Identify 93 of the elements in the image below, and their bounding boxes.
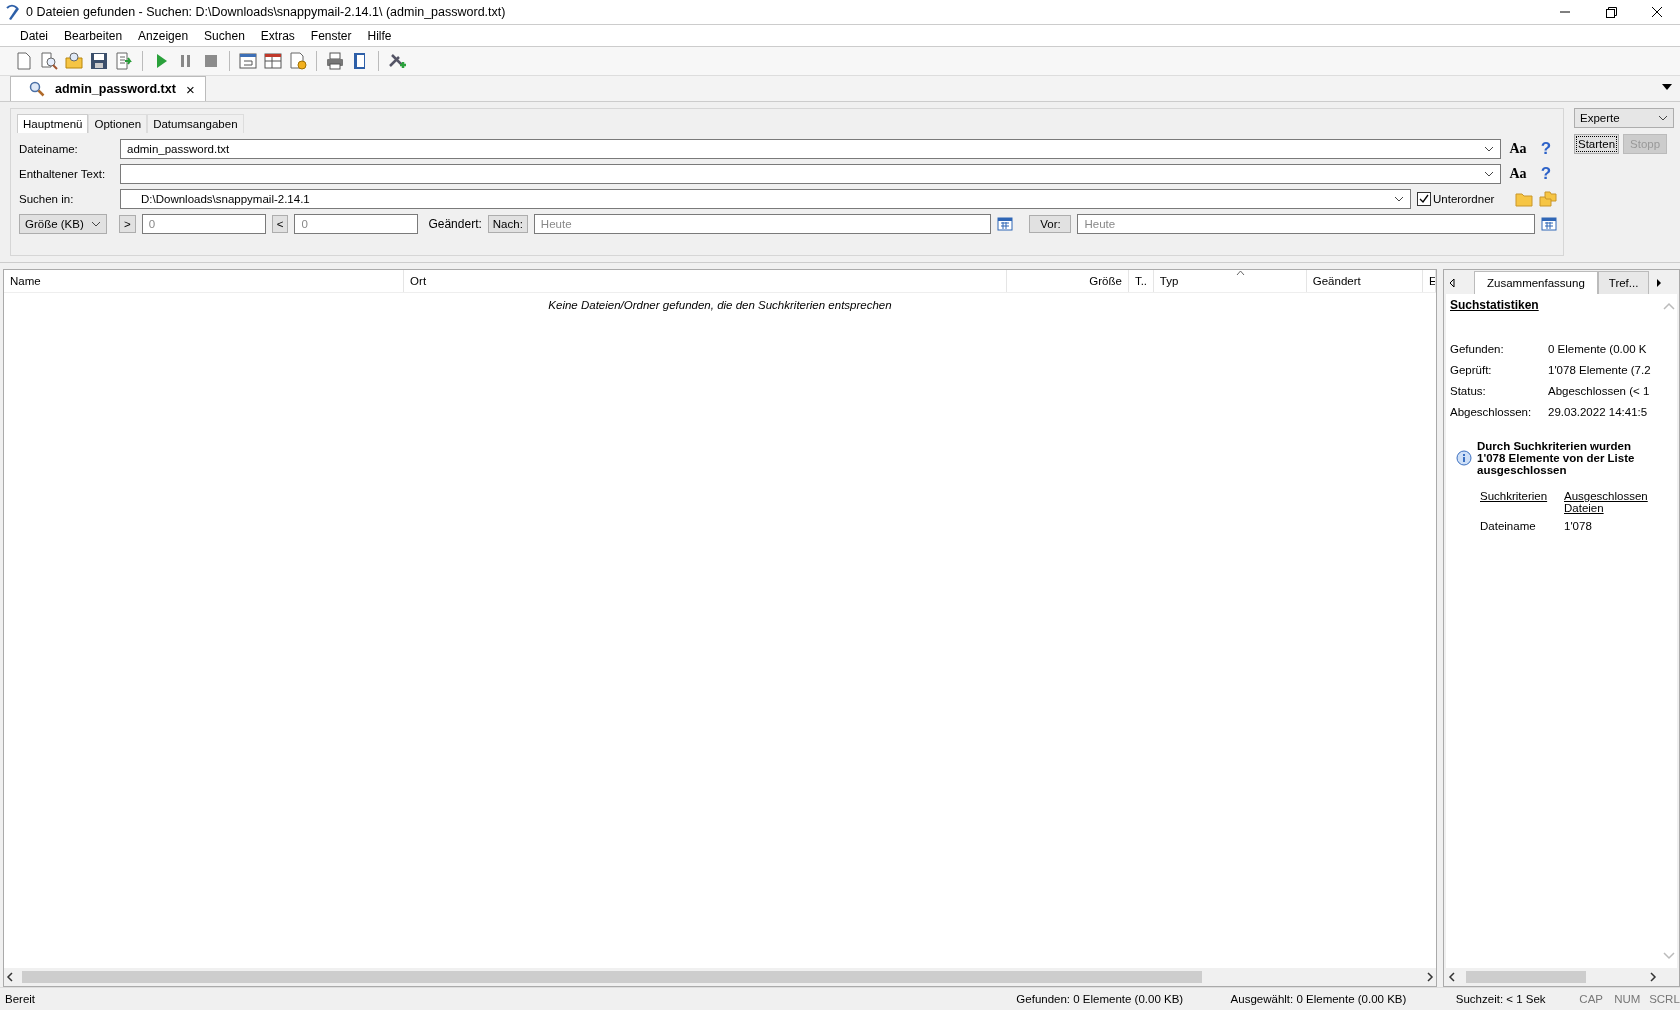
menu-item[interactable]: Extras bbox=[252, 28, 303, 43]
menu-item[interactable]: Fenster bbox=[302, 28, 360, 43]
less-than-button[interactable]: < bbox=[271, 214, 289, 233]
chevron-down-icon[interactable] bbox=[1658, 115, 1668, 121]
info-message: Durch Suchkriterien wurden 1'078 Elemente von der Liste ausgeschlossen bbox=[1477, 440, 1636, 476]
field-label: Enthaltener Text: bbox=[19, 167, 107, 180]
column-header[interactable]: Geändert bbox=[1306, 270, 1423, 292]
status-indicator: NUM bbox=[1613, 993, 1642, 1005]
calendar-icon[interactable] bbox=[1541, 216, 1557, 231]
layout-icon[interactable] bbox=[263, 51, 283, 71]
menu-item[interactable]: Hilfe bbox=[359, 28, 400, 43]
chevron-down-icon[interactable] bbox=[1484, 145, 1494, 152]
window-title: 0 Dateien gefunden - Suchen: D:\Downloads\snappymail-2.14.1\ (admin_password.txt) bbox=[26, 5, 507, 19]
menu-item[interactable]: Suchen bbox=[196, 28, 253, 43]
status-text: Suchzeit: < 1 Sek bbox=[1455, 993, 1546, 1005]
dropdown-arrow-icon[interactable] bbox=[1662, 84, 1672, 90]
printer-icon[interactable] bbox=[325, 51, 345, 71]
section-title: Suchstatistiken bbox=[1450, 298, 1539, 312]
checkbox-label[interactable]: Unterordner bbox=[1433, 192, 1495, 205]
app-icon bbox=[6, 4, 20, 20]
table-cell-text: Dateiname bbox=[1480, 520, 1537, 532]
column-header[interactable]: Name bbox=[4, 270, 405, 292]
stat-value: 29.03.2022 14:41:5 bbox=[1548, 405, 1648, 418]
field-label: Geändert: bbox=[428, 216, 482, 231]
help-button[interactable]: ? bbox=[1535, 138, 1557, 159]
folder-search-icon[interactable] bbox=[64, 51, 84, 71]
status-text: Bereit bbox=[5, 993, 36, 1005]
chevron-down-icon[interactable] bbox=[1394, 195, 1404, 202]
stat-label: Geprüft: bbox=[1450, 363, 1493, 376]
stat-value: Abgeschlossen (< 1 bbox=[1548, 384, 1650, 397]
size-field[interactable]: 0 bbox=[294, 213, 419, 234]
field-label: Suchen in: bbox=[19, 192, 75, 205]
export-icon[interactable] bbox=[114, 51, 134, 71]
stat-label: Gefunden: bbox=[1450, 342, 1505, 355]
calendar-icon[interactable] bbox=[997, 216, 1014, 231]
start-button[interactable]: Starten bbox=[1574, 134, 1620, 154]
tab[interactable]: Zusammenfassung bbox=[1474, 271, 1598, 294]
stat-value: 1'078 Elemente (7.2 bbox=[1548, 363, 1651, 376]
mode-dropdown[interactable]: Experte bbox=[1574, 108, 1674, 128]
combo-field[interactable] bbox=[120, 163, 1501, 184]
scroll-left-icon[interactable] bbox=[1448, 972, 1456, 982]
close-tab-icon[interactable]: × bbox=[185, 80, 195, 98]
tab[interactable]: Optionen bbox=[88, 114, 148, 133]
field-label: Dateiname: bbox=[19, 142, 79, 155]
stat-value: 0 Elemente (0.00 K bbox=[1548, 342, 1647, 355]
status-text: Gefunden: 0 Elemente (0.00 KB) bbox=[1016, 993, 1184, 1005]
table-cell-text: 1'078 bbox=[1564, 520, 1593, 532]
greater-than-button[interactable]: > bbox=[119, 214, 136, 233]
empty-message: Keine Dateien/Ordner gefunden, die den Suchkriterien entsprechen bbox=[548, 299, 892, 311]
stat-label: Abgeschlossen: bbox=[1450, 405, 1533, 418]
menu-item[interactable]: Bearbeiten bbox=[56, 28, 131, 43]
status-indicator: CAP bbox=[1578, 993, 1604, 1005]
stat-label: Status: bbox=[1450, 384, 1487, 397]
window-icon[interactable] bbox=[238, 51, 258, 71]
document-search-icon[interactable] bbox=[39, 51, 59, 71]
scroll-right-icon[interactable] bbox=[1649, 972, 1657, 982]
match-case-button[interactable]: Aa bbox=[1507, 140, 1529, 157]
size-dropdown[interactable]: Größe (KB) bbox=[19, 213, 107, 234]
status-text: Ausgewählt: 0 Elemente (0.00 KB) bbox=[1230, 993, 1407, 1005]
scrollbar-thumb[interactable] bbox=[1466, 971, 1586, 983]
menu-item[interactable]: Anzeigen bbox=[130, 28, 197, 43]
before-button[interactable]: Vor: bbox=[1029, 214, 1072, 233]
column-link[interactable]: Suchkriterien bbox=[1480, 490, 1564, 514]
size-field[interactable]: 0 bbox=[141, 213, 266, 234]
help-button[interactable]: ? bbox=[1535, 163, 1557, 184]
chevron-down-icon[interactable] bbox=[91, 220, 101, 227]
date-field[interactable]: Heute bbox=[1077, 213, 1535, 234]
scroll-left-icon[interactable] bbox=[6, 972, 14, 982]
match-case-button[interactable]: Aa bbox=[1507, 165, 1529, 182]
info-icon bbox=[1456, 450, 1472, 466]
column-header[interactable]: Größe bbox=[1006, 270, 1129, 292]
column-link[interactable]: Ausgeschlossen Dateien bbox=[1564, 490, 1660, 514]
after-button[interactable]: Nach: bbox=[487, 214, 528, 233]
checkbox[interactable] bbox=[1417, 191, 1431, 206]
folder-field[interactable]: D:\Downloads\snappymail-2.14.1 bbox=[120, 188, 1411, 209]
save-icon[interactable] bbox=[89, 51, 109, 71]
tab[interactable]: Datumsangaben bbox=[147, 114, 244, 133]
scrollbar-thumb[interactable] bbox=[22, 971, 1202, 983]
document-tab[interactable]: admin_password.txt × bbox=[10, 76, 206, 101]
tools-icon[interactable] bbox=[387, 51, 407, 71]
sort-caret-icon bbox=[1236, 270, 1245, 276]
column-header[interactable]: Typ bbox=[1153, 270, 1307, 292]
column-header[interactable]: Ort bbox=[404, 270, 1007, 292]
search-icon bbox=[29, 81, 45, 97]
combo-field[interactable]: admin_password.txt bbox=[120, 138, 1501, 159]
chevron-down-icon[interactable] bbox=[1484, 170, 1494, 177]
column-header[interactable]: T.. bbox=[1128, 270, 1154, 292]
scroll-right-icon[interactable] bbox=[1426, 972, 1434, 982]
date-field[interactable]: Heute bbox=[533, 213, 992, 234]
status-indicator: SCRL bbox=[1648, 993, 1680, 1005]
menu-item[interactable]: Datei bbox=[12, 28, 56, 43]
tab[interactable]: Tref... bbox=[1597, 271, 1650, 294]
tab[interactable]: Hauptmenü bbox=[17, 114, 89, 133]
